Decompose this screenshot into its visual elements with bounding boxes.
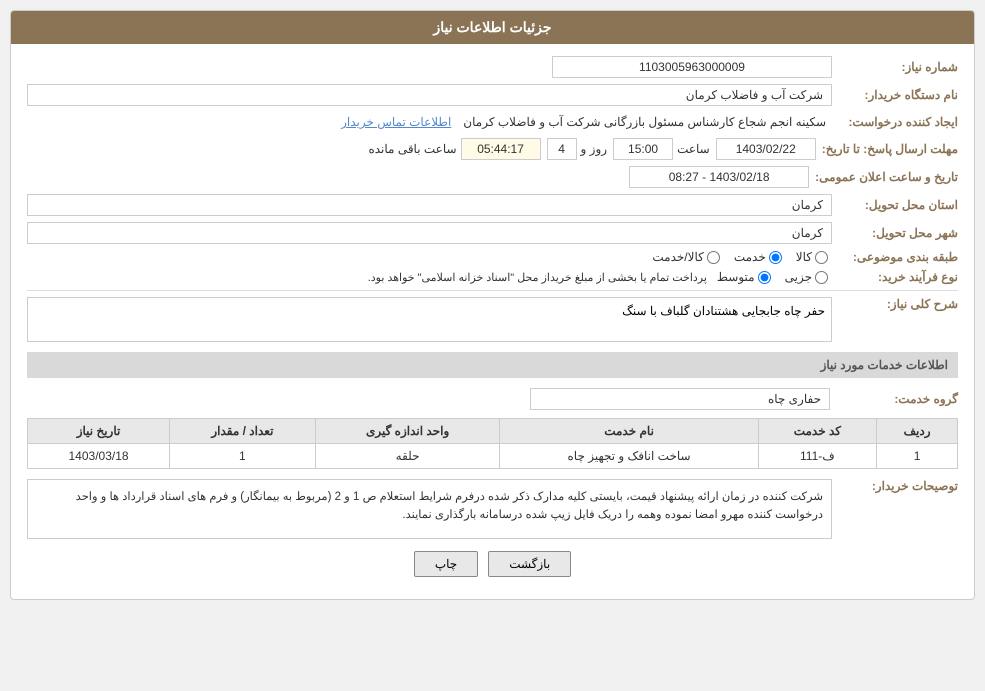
category-label: طبقه بندی موضوعی: bbox=[838, 250, 958, 264]
city-label: شهر محل تحویل: bbox=[838, 226, 958, 240]
deadline-remaining: 05:44:17 bbox=[461, 138, 541, 160]
creator-value: سکینه انجم شجاع کارشناس مسئول بازرگانی ش… bbox=[457, 112, 832, 132]
category-option-khedmat[interactable]: خدمت bbox=[734, 250, 782, 264]
table-row: 1ف-111ساخت انافک و تجهیز چاهحلقه11403/03… bbox=[28, 444, 958, 469]
process-radio-motavasset[interactable] bbox=[758, 271, 771, 284]
category-kala-khedmat-label: کالا/خدمت bbox=[652, 250, 703, 264]
creator-contact-link[interactable]: اطلاعات تماس خریدار bbox=[341, 115, 451, 129]
cell-row: 1 bbox=[877, 444, 958, 469]
deadline-days: 4 bbox=[547, 138, 577, 160]
process-jozi-label: جزیی bbox=[785, 270, 812, 284]
service-group-label: گروه خدمت: bbox=[838, 392, 958, 406]
buyer-label: نام دستگاه خریدار: bbox=[838, 88, 958, 102]
buyer-notes-value: شرکت کننده در زمان ارائه پیشنهاد قیمت، ب… bbox=[27, 479, 832, 539]
col-name: نام خدمت bbox=[500, 419, 758, 444]
col-count: تعداد / مقدار bbox=[170, 419, 316, 444]
col-row: ردیف bbox=[877, 419, 958, 444]
category-khedmat-label: خدمت bbox=[734, 250, 766, 264]
cell-name: ساخت انافک و تجهیز چاه bbox=[500, 444, 758, 469]
process-note: پرداخت تمام یا بخشی از مبلغ خریداز محل "… bbox=[368, 271, 707, 284]
col-unit: واحد اندازه گیری bbox=[315, 419, 500, 444]
buyer-notes-label: توصیحات خریدار: bbox=[838, 479, 958, 493]
col-date: تاریخ نیاز bbox=[28, 419, 170, 444]
deadline-date: 1403/02/22 bbox=[716, 138, 816, 160]
process-label: نوع فرآیند خرید: bbox=[838, 270, 958, 284]
deadline-label: مهلت ارسال پاسخ: تا تاریخ: bbox=[822, 142, 958, 156]
city-value: کرمان bbox=[27, 222, 832, 244]
category-radio-khedmat[interactable] bbox=[769, 251, 782, 264]
need-desc-label: شرح کلی نیاز: bbox=[838, 297, 958, 311]
print-button[interactable]: چاپ bbox=[414, 551, 478, 577]
category-radio-kala-khedmat[interactable] bbox=[707, 251, 720, 264]
deadline-time: 15:00 bbox=[613, 138, 673, 160]
need-number-value: 1103005963000009 bbox=[552, 56, 832, 78]
announce-value: 1403/02/18 - 08:27 bbox=[629, 166, 809, 188]
need-desc-textarea[interactable] bbox=[27, 297, 832, 342]
cell-code: ف-111 bbox=[758, 444, 876, 469]
category-radio-group: کالا خدمت کالا/خدمت bbox=[652, 250, 828, 264]
cell-count: 1 bbox=[170, 444, 316, 469]
category-kala-label: کالا bbox=[796, 250, 812, 264]
col-code: کد خدمت bbox=[758, 419, 876, 444]
deadline-time-label: ساعت bbox=[677, 142, 710, 156]
cell-date: 1403/03/18 bbox=[28, 444, 170, 469]
process-radio-jozi[interactable] bbox=[815, 271, 828, 284]
province-label: استان محل تحویل: bbox=[838, 198, 958, 212]
need-number-label: شماره نیاز: bbox=[838, 60, 958, 74]
process-option-motavasset[interactable]: متوسط bbox=[717, 270, 771, 284]
province-value: کرمان bbox=[27, 194, 832, 216]
deadline-days-label: روز و bbox=[581, 142, 608, 156]
process-option-jozi[interactable]: جزیی bbox=[785, 270, 828, 284]
cell-unit: حلقه bbox=[315, 444, 500, 469]
buyer-value: شرکت آب و فاضلاب کرمان bbox=[27, 84, 832, 106]
deadline-remaining-label: ساعت باقی مانده bbox=[368, 142, 456, 156]
process-motavasset-label: متوسط bbox=[717, 270, 755, 284]
page-title: جزئیات اطلاعات نیاز bbox=[11, 11, 974, 44]
service-table: ردیف کد خدمت نام خدمت واحد اندازه گیری ت… bbox=[27, 418, 958, 469]
category-option-kala-khedmat[interactable]: کالا/خدمت bbox=[652, 250, 719, 264]
action-buttons: بازگشت چاپ bbox=[27, 551, 958, 587]
announce-label: تاریخ و ساعت اعلان عمومی: bbox=[815, 170, 958, 184]
back-button[interactable]: بازگشت bbox=[488, 551, 571, 577]
process-radio-group: جزیی متوسط bbox=[717, 270, 828, 284]
creator-label: ایجاد کننده درخواست: bbox=[838, 115, 958, 129]
category-radio-kala[interactable] bbox=[815, 251, 828, 264]
category-option-kala[interactable]: کالا bbox=[796, 250, 828, 264]
service-group-value: حفاری چاه bbox=[530, 388, 830, 410]
service-section-header: اطلاعات خدمات مورد نیاز bbox=[27, 352, 958, 378]
